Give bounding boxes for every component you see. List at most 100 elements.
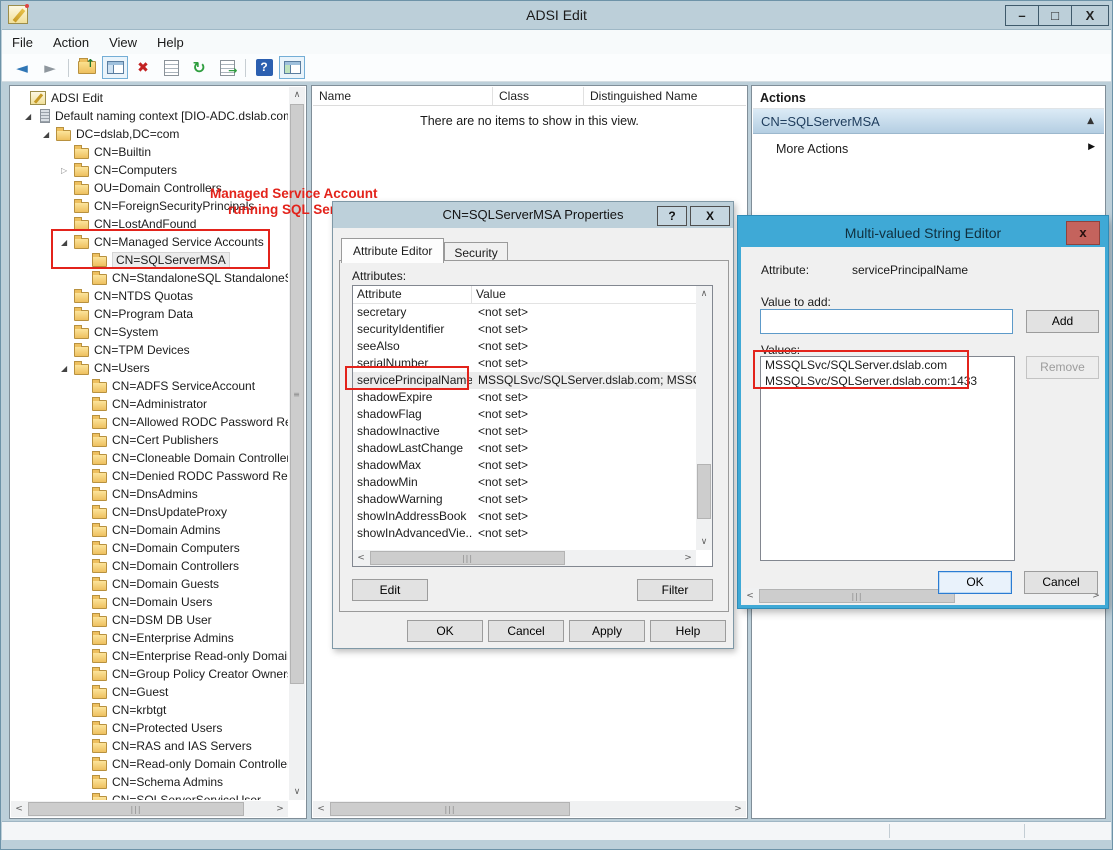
properties-button[interactable] <box>158 56 184 79</box>
tree-item[interactable]: CN=Group Policy Creator Owners <box>11 665 288 683</box>
forward-button[interactable]: ► <box>37 56 63 79</box>
menu-item[interactable]: View <box>99 31 147 54</box>
tree-item[interactable]: CN=Denied RODC Password Repli <box>11 467 288 485</box>
attribute-row[interactable]: shadowLastChange <not set> <box>353 440 696 457</box>
tree-item[interactable]: CN=Allowed RODC Password Rep <box>11 413 288 431</box>
tree-item[interactable]: CN=Program Data <box>11 305 288 323</box>
scroll-left-icon[interactable]: < <box>313 801 329 817</box>
ok-button[interactable]: OK <box>407 620 483 642</box>
scroll-up-icon[interactable]: ∧ <box>289 87 305 103</box>
ok-button[interactable]: OK <box>938 571 1012 594</box>
maximize-button[interactable]: □ <box>1038 5 1072 26</box>
attribute-row[interactable]: shadowWarning <not set> <box>353 491 696 508</box>
dialog-help-button[interactable]: ? <box>657 206 687 226</box>
scroll-left-icon[interactable]: < <box>11 801 27 817</box>
scroll-left-icon[interactable]: < <box>353 550 369 566</box>
apply-button[interactable]: Apply <box>569 620 645 642</box>
tree-item[interactable]: CN=Cloneable Domain Controller <box>11 449 288 467</box>
tree-item[interactable]: CN=Domain Users <box>11 593 288 611</box>
back-button[interactable]: ◄ <box>9 56 35 79</box>
tree-expander-icon[interactable] <box>25 112 38 121</box>
tree-item[interactable]: CN=Protected Users <box>11 719 288 737</box>
tree-item-adsi-edit[interactable]: ADSI Edit <box>11 89 288 107</box>
edit-button[interactable]: Edit <box>352 579 428 601</box>
results-horizontal-scrollbar[interactable]: < ||| > <box>313 801 746 817</box>
scroll-up-icon[interactable]: ∧ <box>696 286 712 302</box>
scrollbar-thumb[interactable] <box>697 464 711 519</box>
scrollbar-thumb[interactable]: ||| <box>28 802 244 816</box>
tree-item[interactable]: CN=Read-only Domain Controller <box>11 755 288 773</box>
tree-item[interactable]: CN=Users <box>11 359 288 377</box>
scrollbar-thumb[interactable]: ||| <box>759 589 955 603</box>
collapse-icon[interactable]: ▲ <box>1087 116 1094 126</box>
tab-attribute-editor[interactable]: Attribute Editor <box>341 238 444 263</box>
show-console-tree-button[interactable] <box>102 56 128 79</box>
minimize-button[interactable]: – <box>1005 5 1039 26</box>
tree-item[interactable]: CN=StandaloneSQL StandaloneSQ <box>11 269 288 287</box>
attribute-row[interactable]: seeAlso <not set> <box>353 338 696 355</box>
scrollbar-thumb[interactable]: ||| <box>330 802 570 816</box>
actions-context-header[interactable]: CN=SQLServerMSA ▲ <box>753 109 1104 134</box>
cancel-button[interactable]: Cancel <box>488 620 564 642</box>
tree-item[interactable]: CN=Guest <box>11 683 288 701</box>
tree-expander-icon[interactable] <box>61 166 74 175</box>
value-to-add-input[interactable] <box>760 309 1013 334</box>
tree-item[interactable]: CN=Enterprise Admins <box>11 629 288 647</box>
tree-item[interactable]: CN=SQLServerServiceUser <box>11 791 288 800</box>
tree-expander-icon[interactable] <box>43 130 56 139</box>
column-header-value[interactable]: Value <box>472 286 696 303</box>
column-header-name[interactable]: Name <box>313 87 493 105</box>
delete-button[interactable]: ✖ <box>130 56 156 79</box>
tree-expander-icon[interactable] <box>61 364 74 373</box>
tree-item[interactable]: CN=Domain Controllers <box>11 557 288 575</box>
attribute-row[interactable]: showInAdvancedVie... <not set> <box>353 525 696 542</box>
dialog-close-button[interactable]: x <box>1066 221 1100 245</box>
attribute-row[interactable]: secretary <not set> <box>353 304 696 321</box>
tree-item[interactable]: CN=Domain Computers <box>11 539 288 557</box>
scroll-down-icon[interactable]: ∨ <box>696 534 712 550</box>
tree-item[interactable]: CN=krbtgt <box>11 701 288 719</box>
attribute-row[interactable]: showInAddressBook <not set> <box>353 508 696 525</box>
menu-item[interactable]: Action <box>43 31 99 54</box>
scroll-down-icon[interactable]: ∨ <box>289 784 305 800</box>
help-button[interactable]: Help <box>650 620 726 642</box>
attribute-row[interactable]: shadowFlag <not set> <box>353 406 696 423</box>
add-button[interactable]: Add <box>1026 310 1099 333</box>
tree-item[interactable]: CN=Builtin <box>11 143 288 161</box>
tree-item[interactable]: CN=Computers <box>11 161 288 179</box>
tree-item[interactable]: CN=Enterprise Read-only Domain <box>11 647 288 665</box>
close-button[interactable]: X <box>1071 5 1109 26</box>
scroll-right-icon[interactable]: > <box>730 801 746 817</box>
show-action-pane-button[interactable] <box>279 56 305 79</box>
tree-item[interactable]: CN=DnsUpdateProxy <box>11 503 288 521</box>
tree-horizontal-scrollbar[interactable]: < ||| > <box>11 801 288 817</box>
tree-item[interactable]: CN=NTDS Quotas <box>11 287 288 305</box>
tree-item[interactable]: CN=Cert Publishers <box>11 431 288 449</box>
tree-item[interactable]: CN=ADFS ServiceAccount <box>11 377 288 395</box>
attribute-row[interactable]: shadowExpire <not set> <box>353 389 696 406</box>
dialog-close-button[interactable]: X <box>690 206 730 226</box>
attribute-row[interactable]: securityIdentifier <not set> <box>353 321 696 338</box>
menu-item[interactable]: Help <box>147 31 194 54</box>
up-one-level-button[interactable]: ↑ <box>74 56 100 79</box>
tree-item[interactable]: CN=DnsAdmins <box>11 485 288 503</box>
attribute-row[interactable]: shadowMax <not set> <box>353 457 696 474</box>
tree-item[interactable]: CN=Administrator <box>11 395 288 413</box>
column-header-attribute[interactable]: Attribute <box>353 286 472 303</box>
tree-item[interactable]: DC=dslab,DC=com <box>11 125 288 143</box>
attribute-row[interactable]: shadowInactive <not set> <box>353 423 696 440</box>
tree-item[interactable]: CN=TPM Devices <box>11 341 288 359</box>
export-list-button[interactable]: → <box>214 56 240 79</box>
scroll-right-icon[interactable]: > <box>680 550 696 566</box>
column-header-class[interactable]: Class <box>493 87 584 105</box>
scroll-left-icon[interactable]: < <box>742 588 758 604</box>
scroll-right-icon[interactable]: > <box>272 801 288 817</box>
scrollbar-thumb[interactable]: ||| <box>370 551 565 565</box>
tree-item[interactable]: CN=Schema Admins <box>11 773 288 791</box>
tree-item[interactable]: CN=Domain Admins <box>11 521 288 539</box>
attribute-row[interactable]: shadowMin <not set> <box>353 474 696 491</box>
help-button[interactable]: ? <box>251 56 277 79</box>
attributes-horizontal-scrollbar[interactable]: < ||| > <box>353 550 696 566</box>
tree-item[interactable]: CN=Domain Guests <box>11 575 288 593</box>
remove-button[interactable]: Remove <box>1026 356 1099 379</box>
